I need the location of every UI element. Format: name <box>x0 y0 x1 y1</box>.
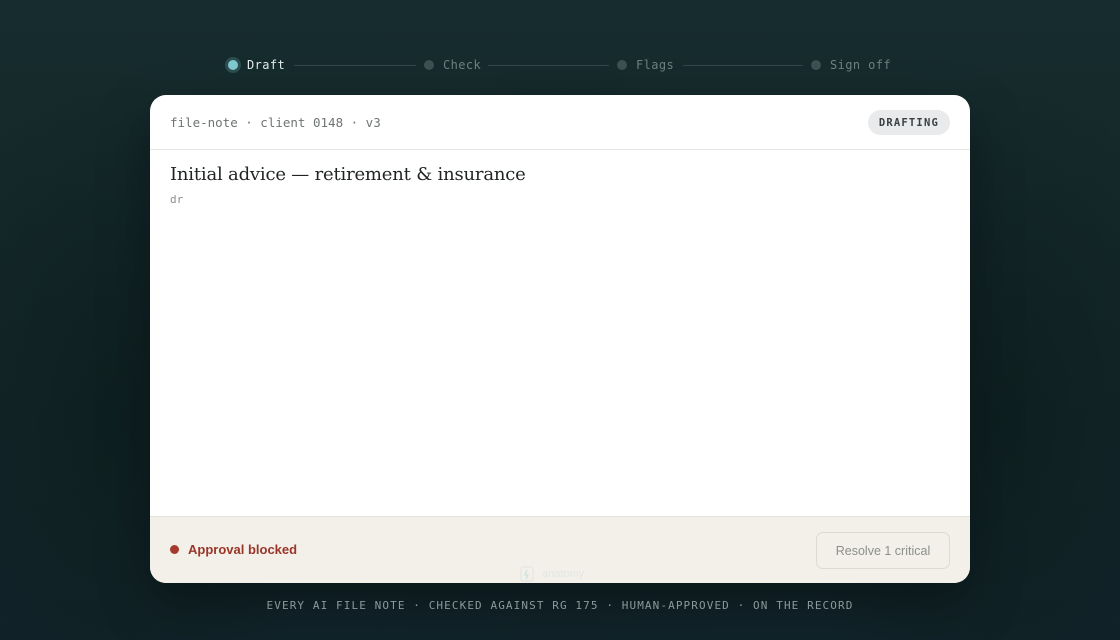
brand-watermark: anatomy <box>520 566 584 582</box>
resolve-critical-button[interactable]: Resolve 1 critical <box>816 532 950 569</box>
status-badge: DRAFTING <box>867 110 950 135</box>
step-connector <box>683 65 803 66</box>
circle-dot-icon <box>617 60 627 70</box>
step-label: Sign off <box>830 58 891 72</box>
tagline: EVERY AI FILE NOTE · CHECKED AGAINST RG … <box>266 599 854 612</box>
step-connector <box>488 65 609 66</box>
step-label: Draft <box>247 58 286 72</box>
circle-dot-icon <box>424 60 434 70</box>
progress-stepper: Draft Check Flags Sign off <box>228 57 892 73</box>
step-label: Check <box>443 58 482 72</box>
card-header: file-note · client 0148 · v3 DRAFTING <box>150 95 970 150</box>
step-draft[interactable]: Draft <box>228 57 285 73</box>
note-body-text[interactable]: dr <box>170 193 183 206</box>
circle-dot-icon <box>228 60 238 70</box>
status-dot-icon <box>170 545 179 554</box>
note-title: Initial advice — retirement & insurance <box>170 164 526 185</box>
circle-dot-icon <box>811 60 821 70</box>
approval-blocked-label: Approval blocked <box>188 542 298 557</box>
step-label: Flags <box>636 58 675 72</box>
file-meta: file-note · client 0148 · v3 <box>170 115 381 130</box>
brand-name: anatomy <box>542 568 585 580</box>
approval-status: Approval blocked <box>170 542 297 557</box>
step-sign-off[interactable]: Sign off <box>811 57 891 73</box>
brand-logo-icon <box>520 566 534 582</box>
step-connector <box>294 65 416 66</box>
step-check[interactable]: Check <box>424 57 481 73</box>
step-flags[interactable]: Flags <box>617 57 674 73</box>
file-note-card: file-note · client 0148 · v3 DRAFTING In… <box>150 95 970 583</box>
